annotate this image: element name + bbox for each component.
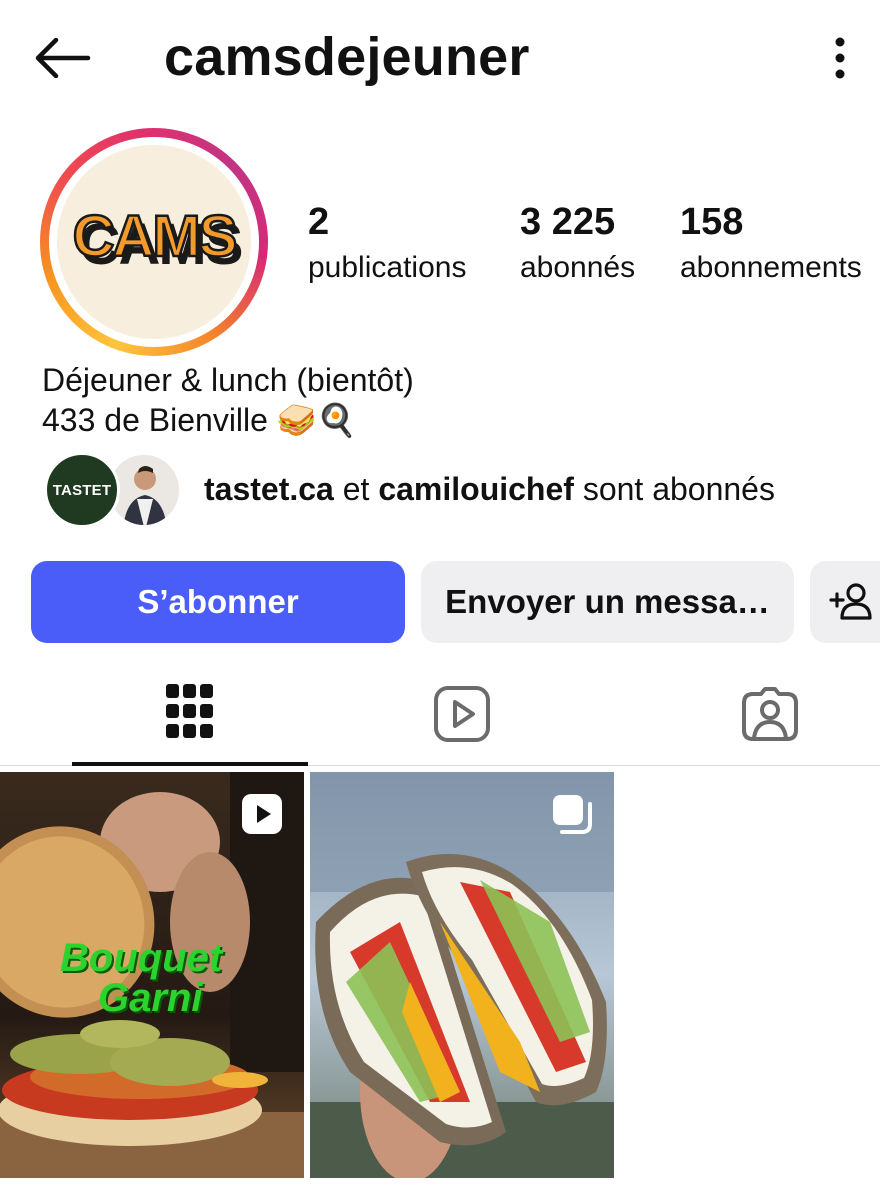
suggested-users-button[interactable] xyxy=(810,561,880,643)
bio-line-2: 433 de Bienville 🥪🍳 xyxy=(42,402,357,438)
kebab-menu-icon xyxy=(835,37,845,79)
profile-avatar: CAMS CAMS xyxy=(57,145,251,339)
reel-play-icon xyxy=(242,794,282,834)
followers-count: 3 225 xyxy=(520,201,616,243)
more-options-button[interactable] xyxy=(816,30,864,86)
carousel-badge xyxy=(550,792,594,836)
profile-bio: Déjeuner & lunch (bientôt) 433 de Bienvi… xyxy=(42,360,414,440)
followed-by-row[interactable]: TASTET tastet.ca et camilouichef sont ab… xyxy=(44,452,864,528)
post-tile-reel[interactable]: Bouquet Garni xyxy=(0,772,304,1178)
send-message-button[interactable]: Envoyer un messa… xyxy=(421,561,794,643)
back-button[interactable] xyxy=(28,30,96,86)
following-count: 158 xyxy=(680,201,744,243)
add-user-icon xyxy=(829,583,872,620)
stat-following[interactable]: 158 abonnements xyxy=(680,198,862,288)
top-bar: camsdejeuner xyxy=(0,0,880,118)
posts-count: 2 xyxy=(308,201,330,243)
post-tile-carousel[interactable] xyxy=(310,772,614,1178)
tab-reels[interactable] xyxy=(344,662,580,766)
arrow-left-icon xyxy=(35,38,91,78)
profile-tabs xyxy=(0,662,880,766)
tab-tagged[interactable] xyxy=(652,662,880,766)
stat-followers[interactable]: 3 225 abonnés xyxy=(520,198,635,288)
posts-grid: Bouquet Garni xyxy=(0,772,880,1178)
reels-icon xyxy=(434,686,490,742)
profile-username: camsdejeuner xyxy=(164,27,530,87)
followed-by-text: tastet.ca et camilouichef sont abonnés xyxy=(204,471,775,507)
tagged-icon xyxy=(742,687,798,741)
cams-logo: CAMS CAMS xyxy=(71,203,243,277)
svg-text:CAMS: CAMS xyxy=(73,204,236,269)
tab-posts-grid[interactable] xyxy=(72,662,308,766)
story-ring[interactable]: CAMS CAMS xyxy=(40,128,268,356)
follower-name-2[interactable]: camilouichef xyxy=(378,471,574,507)
grid-icon xyxy=(166,684,213,738)
follow-button[interactable]: S’abonner xyxy=(31,561,405,643)
carousel-icon xyxy=(553,795,592,834)
bio-line-1: Déjeuner & lunch (bientôt) xyxy=(42,362,414,398)
following-label: abonnements xyxy=(680,251,862,284)
stat-posts[interactable]: 2 publications xyxy=(308,198,466,288)
post-overlay-title: Bouquet Garni xyxy=(60,936,223,1020)
follower-name-1[interactable]: tastet.ca xyxy=(204,471,334,507)
followers-label: abonnés xyxy=(520,251,636,284)
posts-label: publications xyxy=(308,251,467,284)
follower-avatar-tastet: TASTET xyxy=(44,452,120,528)
reel-badge xyxy=(240,792,284,836)
